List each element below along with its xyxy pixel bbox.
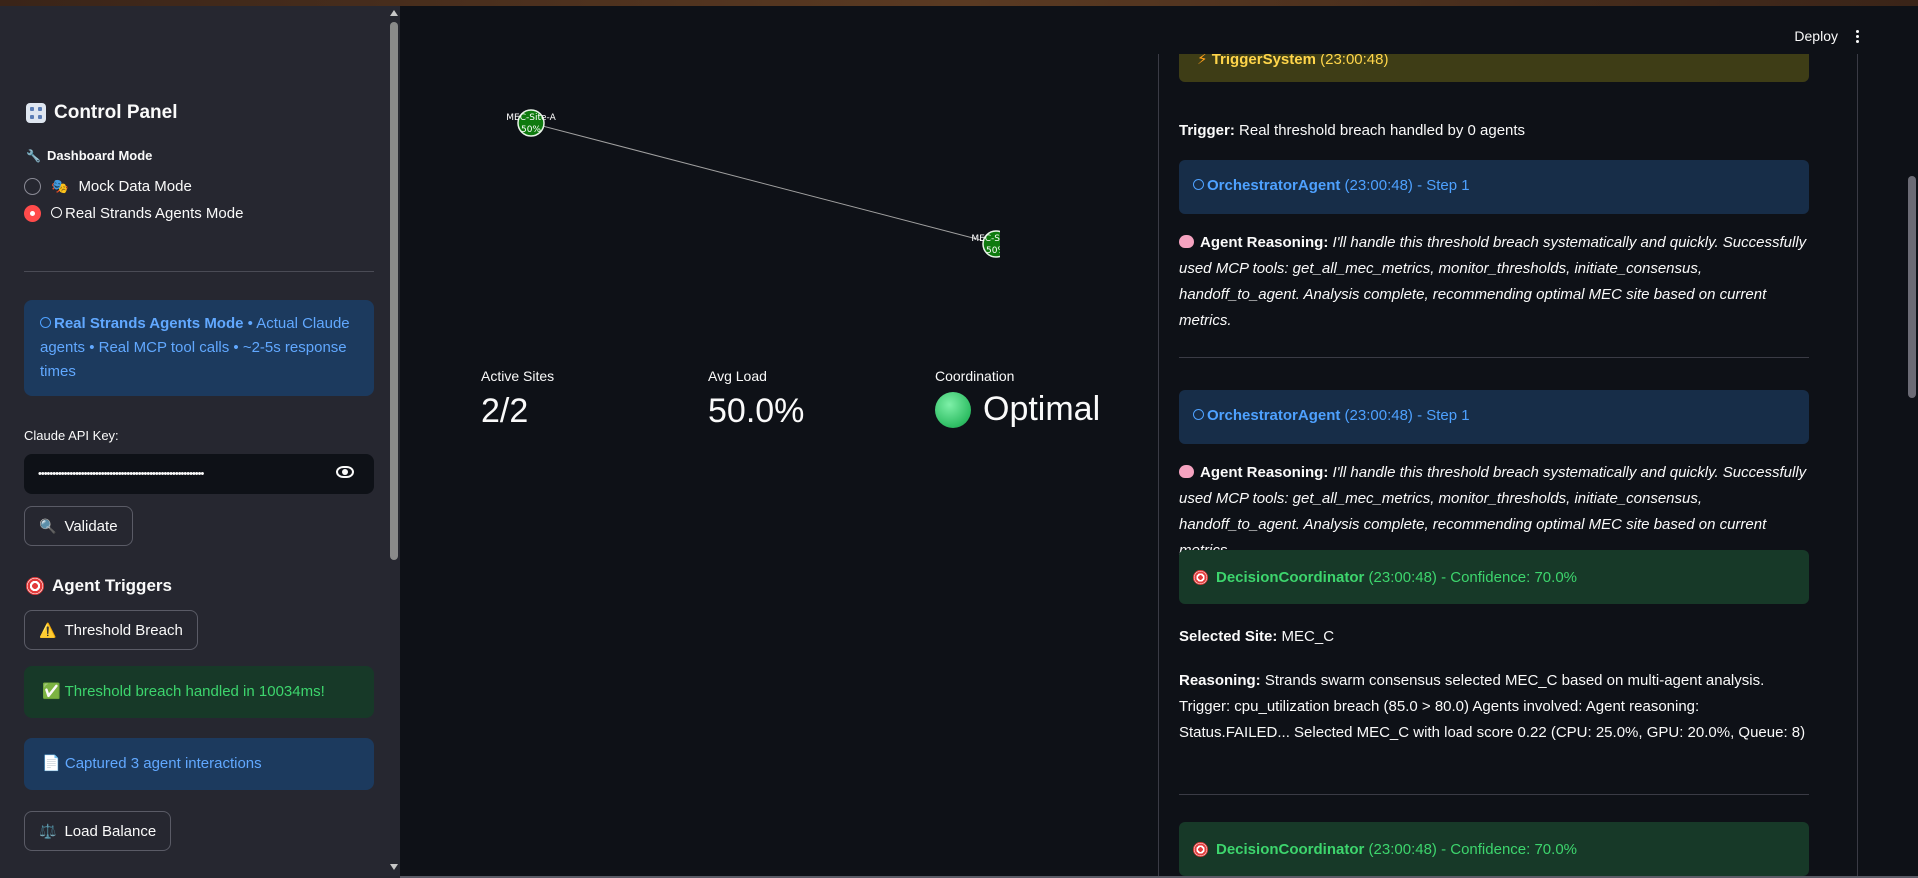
agent-log-panel[interactable]: ⚡ TriggerSystem (23:00:48) Trigger: Real… bbox=[1158, 54, 1858, 878]
deploy-button[interactable]: Deploy bbox=[1794, 28, 1838, 44]
load-balance-button[interactable]: ⚖️ Load Balance bbox=[24, 811, 172, 851]
log-divider bbox=[1179, 794, 1809, 795]
agent-icon bbox=[40, 317, 51, 328]
selected-site-line: Selected Site: MEC_C bbox=[1179, 628, 1335, 645]
api-key-label: Claude API Key: bbox=[24, 428, 119, 443]
agent-icon bbox=[51, 207, 62, 218]
main-area: Deploy MEC-Site-A 50% MEC-Site-B 50% Act… bbox=[400, 6, 1918, 878]
graph-node-site-a[interactable]: MEC-Site-A 50% bbox=[506, 109, 557, 137]
decision-entry-header: DecisionCoordinator (23:00:48) - Confide… bbox=[1179, 822, 1809, 876]
trigger-system-bar: ⚡ TriggerSystem (23:00:48) bbox=[1179, 54, 1809, 82]
captured-info-text: Captured 3 agent interactions bbox=[64, 755, 262, 772]
decision-reasoning: Reasoning: Strands swarm consensus selec… bbox=[1179, 672, 1806, 741]
show-password-eye-icon[interactable] bbox=[336, 466, 354, 478]
control-panel-title-text: Control Panel bbox=[54, 102, 178, 123]
captured-info-box: 📄 Captured 3 agent interactions bbox=[24, 738, 374, 790]
status-green-circle-icon bbox=[935, 391, 971, 428]
metric-avg-load: Avg Load 50.0% bbox=[708, 368, 804, 431]
control-knobs-icon bbox=[26, 103, 46, 123]
metric-label: Active Sites bbox=[481, 368, 555, 384]
trigger-line: Trigger: Real threshold breach handled b… bbox=[1179, 122, 1526, 139]
control-panel-title: Control Panel bbox=[26, 102, 178, 124]
graph-node-load: 50% bbox=[521, 125, 541, 135]
radio-button-mock[interactable] bbox=[24, 178, 41, 195]
scroll-thumb[interactable] bbox=[390, 22, 398, 560]
masks-icon: 🎭 bbox=[51, 178, 69, 194]
metric-value: 50.0% bbox=[708, 392, 805, 430]
metric-label: Coordination bbox=[935, 368, 1015, 384]
threshold-breach-button[interactable]: ⚠️ Threshold Breach bbox=[24, 610, 198, 650]
magnifier-icon: 🔍 bbox=[39, 517, 57, 534]
main-scroll-thumb[interactable] bbox=[1908, 176, 1916, 398]
lightning-icon: ⚡ bbox=[1197, 54, 1208, 68]
agent-icon bbox=[1193, 409, 1204, 420]
scroll-down-arrow-icon[interactable] bbox=[390, 864, 398, 870]
scales-icon: ⚖️ bbox=[39, 822, 57, 839]
radio-label-mock: Mock Data Mode bbox=[78, 178, 192, 195]
metric-active-sites: Active Sites 2/2 bbox=[481, 368, 554, 431]
graph-node-label: MEC-Site-B bbox=[971, 234, 1000, 244]
graph-node-site-b[interactable]: MEC-Site-B 50% bbox=[971, 230, 1000, 258]
agent-icon bbox=[1193, 179, 1204, 190]
main-menu-kebab-icon[interactable] bbox=[1856, 30, 1860, 44]
validate-button[interactable]: 🔍 Validate bbox=[24, 506, 133, 546]
agent-triggers-title: Agent Triggers bbox=[26, 576, 172, 596]
metric-coordination: Coordination Optimal bbox=[935, 368, 1100, 429]
target-icon bbox=[1193, 569, 1208, 585]
target-icon bbox=[1193, 841, 1208, 857]
mode-info-strong: Real Strands Agents Mode bbox=[54, 315, 244, 332]
mode-info-box: Real Strands Agents Mode • Actual Claude… bbox=[24, 300, 374, 396]
decision-entry-header: DecisionCoordinator (23:00:48) - Confide… bbox=[1179, 550, 1809, 604]
radio-real-strands-mode[interactable]: Real Strands Agents Mode bbox=[24, 205, 243, 222]
sidebar-divider bbox=[24, 271, 374, 272]
dashboard-mode-label: 🔧 Dashboard Mode bbox=[26, 148, 153, 163]
graph-edge bbox=[530, 122, 997, 245]
warning-icon: ⚠️ bbox=[39, 621, 57, 638]
metric-value: 2/2 bbox=[481, 392, 529, 430]
graph-node-load: 50% bbox=[986, 246, 1000, 256]
radio-label-real: Real Strands Agents Mode bbox=[51, 205, 243, 222]
api-key-value: ••••••••••••••••••••••••••••••••••••••••… bbox=[38, 468, 204, 480]
agent-entry-header: OrchestratorAgent (23:00:48) - Step 1 bbox=[1179, 390, 1809, 444]
graph-node-label: MEC-Site-A bbox=[506, 113, 556, 123]
sidebar: Control Panel 🔧 Dashboard Mode 🎭 Mock Da… bbox=[0, 6, 400, 878]
radio-button-real[interactable] bbox=[24, 205, 41, 222]
document-icon: 📄 bbox=[42, 755, 61, 772]
brain-icon bbox=[1179, 235, 1194, 248]
network-graph: MEC-Site-A 50% MEC-Site-B 50% bbox=[506, 109, 1000, 258]
success-alert-text: Threshold breach handled in 10034ms! bbox=[64, 683, 325, 700]
agent-entry-header: OrchestratorAgent (23:00:48) - Step 1 bbox=[1179, 160, 1809, 214]
check-icon: ✅ bbox=[42, 683, 61, 700]
wrench-icon: 🔧 bbox=[26, 148, 41, 163]
radio-mock-data-mode[interactable]: 🎭 Mock Data Mode bbox=[24, 178, 192, 195]
success-alert: ✅ Threshold breach handled in 10034ms! bbox=[24, 666, 374, 718]
brain-icon bbox=[1179, 465, 1194, 478]
metric-label: Avg Load bbox=[708, 368, 767, 384]
api-key-input[interactable]: ••••••••••••••••••••••••••••••••••••••••… bbox=[24, 454, 374, 494]
agent-reasoning: Agent Reasoning: I'll handle this thresh… bbox=[1179, 234, 1807, 329]
scroll-up-arrow-icon[interactable] bbox=[390, 10, 398, 16]
sidebar-scrollbar[interactable] bbox=[388, 6, 400, 872]
metric-value: Optimal bbox=[983, 390, 1101, 428]
log-divider bbox=[1179, 357, 1809, 358]
agent-reasoning: Agent Reasoning: I'll handle this thresh… bbox=[1179, 464, 1807, 559]
target-icon bbox=[26, 577, 44, 595]
